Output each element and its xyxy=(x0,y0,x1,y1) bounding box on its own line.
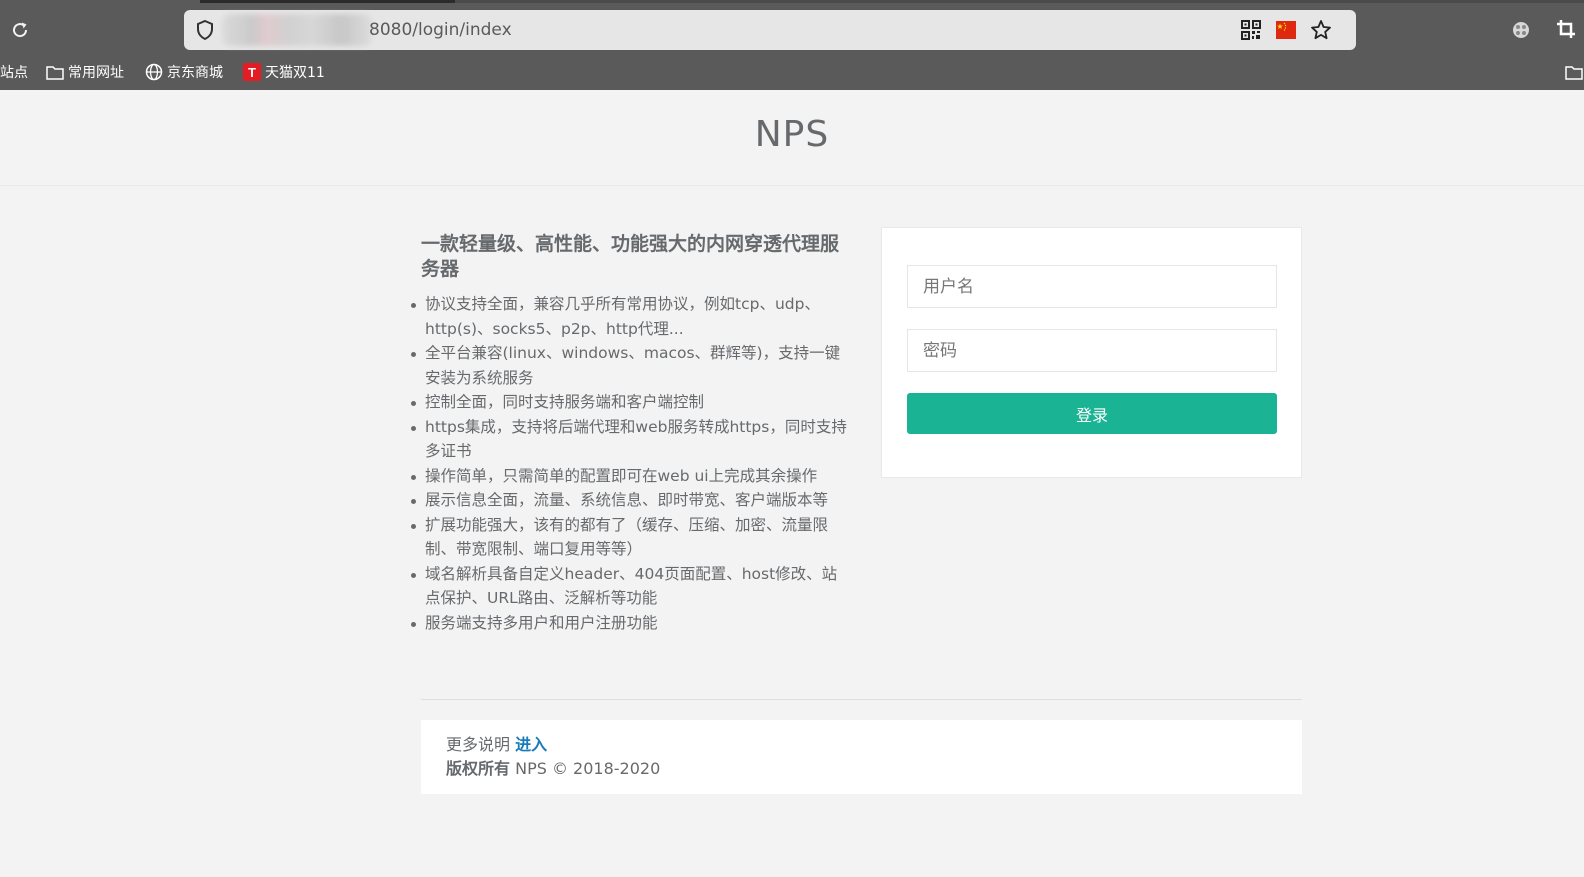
tab-strip-edge xyxy=(455,0,1584,3)
divider xyxy=(421,699,1302,700)
feature-item: https集成，支持将后端代理和web服务转成https，同时支持多证书 xyxy=(411,415,851,464)
feature-item: 控制全面，同时支持服务端和客户端控制 xyxy=(411,390,851,415)
feature-item: 服务端支持多用户和用户注册功能 xyxy=(411,611,851,636)
china-flag-icon[interactable] xyxy=(1276,21,1296,39)
copyright-text: NPS © 2018-2020 xyxy=(515,759,661,778)
page-header: NPS xyxy=(0,90,1584,186)
bookmark-tmall[interactable]: T 天猫双11 xyxy=(243,62,325,82)
intro-section: 一款轻量级、高性能、功能强大的内网穿透代理服务器 协议支持全面，兼容几乎所有常用… xyxy=(411,232,851,636)
login-form: 登录 xyxy=(881,227,1302,478)
bookmark-label: 常用网址 xyxy=(68,65,124,81)
feature-item: 全平台兼容(linux、windows、macos、群辉等)，支持一键安装为系统… xyxy=(411,341,851,390)
bookmark-folder-common[interactable]: 常用网址 xyxy=(46,62,124,82)
more-info-line: 更多说明 进入 xyxy=(446,733,1277,757)
reload-icon xyxy=(13,22,28,38)
login-button[interactable]: 登录 xyxy=(907,393,1277,434)
globe-icon xyxy=(145,63,163,81)
more-info-text: 更多说明 xyxy=(446,735,511,754)
feature-item: 协议支持全面，兼容几乎所有常用协议，例如tcp、udp、http(s)、sock… xyxy=(411,292,851,341)
copyright-label: 版权所有 xyxy=(446,759,511,778)
browser-chrome: 8080/login/index 站点 常用网址 京东商城 T 天猫双11 xyxy=(0,0,1584,90)
feature-list: 协议支持全面，兼容几乎所有常用协议，例如tcp、udp、http(s)、sock… xyxy=(411,292,851,636)
page-title: NPS xyxy=(754,114,830,155)
password-input[interactable] xyxy=(907,329,1277,372)
crop-icon[interactable] xyxy=(1555,18,1577,40)
feature-item: 操作简单，只需简单的配置即可在web ui上完成其余操作 xyxy=(411,464,851,489)
more-info-link[interactable]: 进入 xyxy=(515,735,547,754)
qr-code-icon[interactable] xyxy=(1241,20,1261,40)
username-input[interactable] xyxy=(907,265,1277,308)
tmall-icon: T xyxy=(243,63,261,81)
bookmark-label: 站点 xyxy=(0,65,28,81)
reload-button[interactable] xyxy=(8,18,32,42)
extension-icon[interactable] xyxy=(1511,20,1531,40)
footer: 更多说明 进入 版权所有 NPS © 2018-2020 xyxy=(421,720,1302,794)
folder-icon xyxy=(46,66,64,80)
url-text[interactable]: 8080/login/index xyxy=(369,20,512,40)
copyright-line: 版权所有 NPS © 2018-2020 xyxy=(446,757,1277,781)
bookmark-label: 天猫双11 xyxy=(265,65,325,81)
active-tab-indicator xyxy=(200,0,455,3)
page-content: NPS 一款轻量级、高性能、功能强大的内网穿透代理服务器 协议支持全面，兼容几乎… xyxy=(0,90,1584,877)
intro-heading: 一款轻量级、高性能、功能强大的内网穿透代理服务器 xyxy=(421,233,840,280)
shield-icon[interactable] xyxy=(194,19,216,41)
bookmarks-bar: 站点 常用网址 京东商城 T 天猫双11 xyxy=(0,60,1584,86)
url-host-redacted xyxy=(222,14,372,46)
feature-item: 域名解析具备自定义header、404页面配置、host修改、站点保护、URL路… xyxy=(411,562,851,611)
other-bookmarks-folder-icon[interactable] xyxy=(1565,64,1583,80)
feature-item: 扩展功能强大，该有的都有了（缓存、压缩、加密、流量限制、带宽限制、端口复用等等） xyxy=(411,513,851,562)
bookmark-label: 京东商城 xyxy=(167,65,223,81)
bookmark-jd[interactable]: 京东商城 xyxy=(145,62,223,82)
bookmark-sites[interactable]: 站点 xyxy=(0,62,28,82)
bookmark-star-icon[interactable] xyxy=(1310,19,1332,41)
feature-item: 展示信息全面，流量、系统信息、即时带宽、客户端版本等 xyxy=(411,488,851,513)
address-bar[interactable]: 8080/login/index xyxy=(184,10,1356,50)
